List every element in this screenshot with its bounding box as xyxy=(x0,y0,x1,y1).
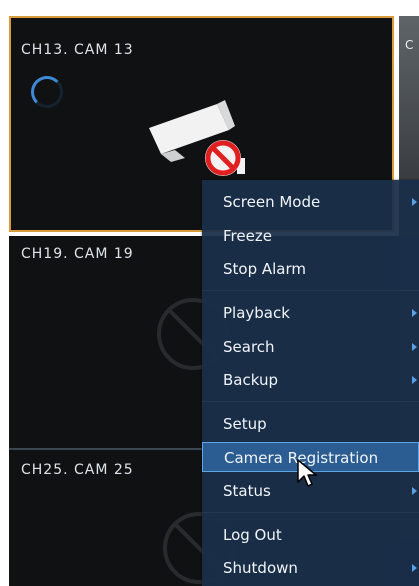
menu-item-screen-mode[interactable]: Screen Mode xyxy=(202,187,419,217)
menu-item-search[interactable]: Search xyxy=(202,332,419,362)
loading-spinner-icon xyxy=(31,76,63,108)
menu-separator xyxy=(202,401,419,402)
menu-separator xyxy=(202,512,419,513)
submenu-arrow-icon xyxy=(412,376,417,384)
mouse-pointer-icon xyxy=(297,459,317,487)
menu-item-setup[interactable]: Setup xyxy=(202,409,419,439)
submenu-arrow-icon xyxy=(412,343,417,351)
menu-item-freeze[interactable]: Freeze xyxy=(202,221,419,251)
menu-item-backup[interactable]: Backup xyxy=(202,365,419,395)
camera-tile-label: CH19. CAM 19 xyxy=(21,246,134,262)
submenu-arrow-icon xyxy=(412,309,417,317)
submenu-arrow-icon xyxy=(412,564,417,572)
dvr-screen: CH13. CAM 13 CH19. CAM 19 CH25. CAM 25 C… xyxy=(0,0,419,586)
menu-item-playback[interactable]: Playback xyxy=(202,298,419,328)
camera-disconnected-icon xyxy=(149,100,245,176)
menu-item-shutdown[interactable]: Shutdown xyxy=(202,553,419,583)
menu-separator xyxy=(202,290,419,291)
camera-tile-label: CH13. CAM 13 xyxy=(21,42,134,58)
menu-item-log-out[interactable]: Log Out xyxy=(202,520,419,550)
menu-item-stop-alarm[interactable]: Stop Alarm xyxy=(202,254,419,284)
camera-tile-label: C xyxy=(405,38,414,52)
submenu-arrow-icon xyxy=(412,487,417,495)
submenu-arrow-icon xyxy=(412,198,417,206)
camera-tile-label: CH25. CAM 25 xyxy=(21,462,134,478)
context-menu: Screen Mode Freeze Stop Alarm Playback S… xyxy=(202,180,419,586)
